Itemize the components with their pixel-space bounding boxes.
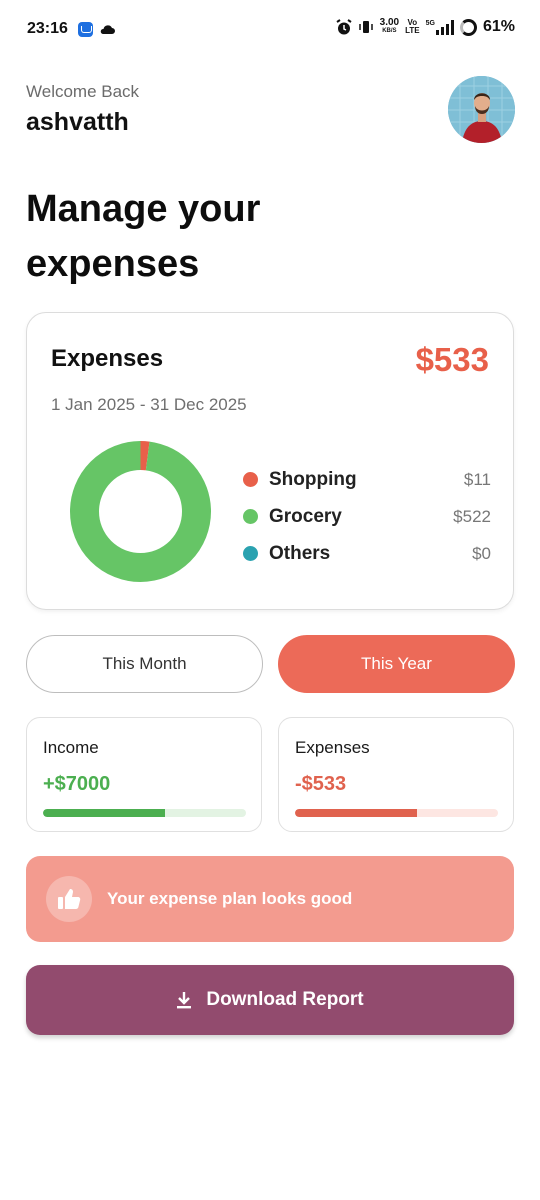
expense-donut-chart <box>70 441 211 582</box>
legend-item-others: Others $0 <box>243 535 491 572</box>
income-label: Income <box>43 738 99 757</box>
legend-label: Grocery <box>269 505 342 527</box>
expenses-card: Expenses -$533 <box>278 717 514 832</box>
vibrate-icon <box>358 21 373 33</box>
donut-slice-grocery <box>70 441 211 582</box>
expenses-value: -$533 <box>295 773 347 795</box>
page-headline: Manage your expenses <box>26 188 261 285</box>
expenses-label: Expenses <box>295 738 370 757</box>
thumbs-up-icon <box>46 876 92 922</box>
total-expense: $533 <box>415 341 489 378</box>
income-value: +$7000 <box>43 773 111 795</box>
battery-icon <box>459 18 477 36</box>
legend-dot-shopping <box>243 472 258 487</box>
signal-icon <box>435 19 454 35</box>
signal-label: 5G <box>425 19 435 27</box>
chart-legend: Shopping $11 Grocery $522 Others $0 <box>243 461 491 572</box>
legend-value: $0 <box>472 543 491 563</box>
download-report-button[interactable]: Download Report <box>26 965 514 1035</box>
cloud-icon <box>100 25 115 34</box>
battery-percent: 61% <box>482 18 515 35</box>
legend-label: Others <box>269 542 331 564</box>
legend-value: $11 <box>463 469 491 489</box>
network-speed: 3.00 KB/S <box>379 17 400 35</box>
card-title: Expenses <box>51 345 164 372</box>
this-month-button[interactable]: This Month <box>26 635 263 693</box>
app-notification-icon <box>78 22 93 37</box>
legend-item-shopping: Shopping $11 <box>243 461 491 498</box>
legend-dot-grocery <box>243 509 258 524</box>
download-label: Download Report <box>206 989 364 1010</box>
income-progress-bar <box>43 809 246 817</box>
date-range: 1 Jan 2025 - 31 Dec 2025 <box>51 395 247 414</box>
status-bar: 23:16 3.00 KB/S Vo LTE 5G 61% <box>0 0 540 62</box>
legend-value: $522 <box>453 506 491 526</box>
expenses-progress-bar <box>295 809 498 817</box>
banner-text: Your expense plan looks good <box>107 889 353 908</box>
welcome-text: Welcome Back <box>26 82 140 101</box>
alarm-icon <box>336 18 352 34</box>
legend-label: Shopping <box>269 468 357 490</box>
status-time: 23:16 <box>27 20 68 37</box>
legend-item-grocery: Grocery $522 <box>243 498 491 535</box>
expense-summary-card: Expenses $533 1 Jan 2025 - 31 Dec 2025 S… <box>26 312 514 610</box>
this-year-button[interactable]: This Year <box>278 635 515 693</box>
volte-indicator: Vo LTE <box>405 18 420 35</box>
download-icon <box>177 992 192 1009</box>
status-banner: Your expense plan looks good <box>26 856 514 942</box>
legend-dot-others <box>243 546 258 561</box>
username: ashvatth <box>26 108 129 136</box>
avatar[interactable] <box>448 76 515 143</box>
income-card: Income +$7000 <box>26 717 262 832</box>
